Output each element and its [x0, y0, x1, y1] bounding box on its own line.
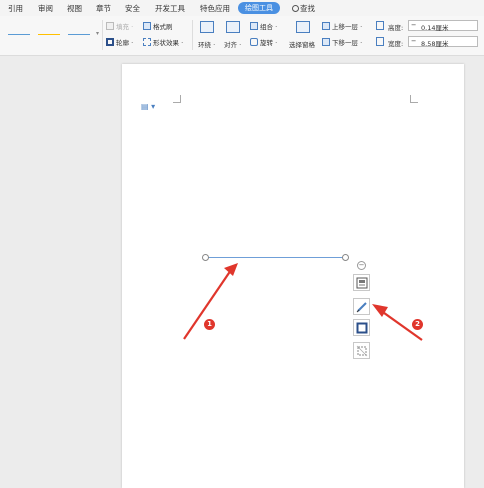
annotation-badge-1: 1	[204, 319, 215, 330]
annotation-layer	[183, 263, 423, 341]
annotation-badge-2: 2	[412, 319, 423, 330]
